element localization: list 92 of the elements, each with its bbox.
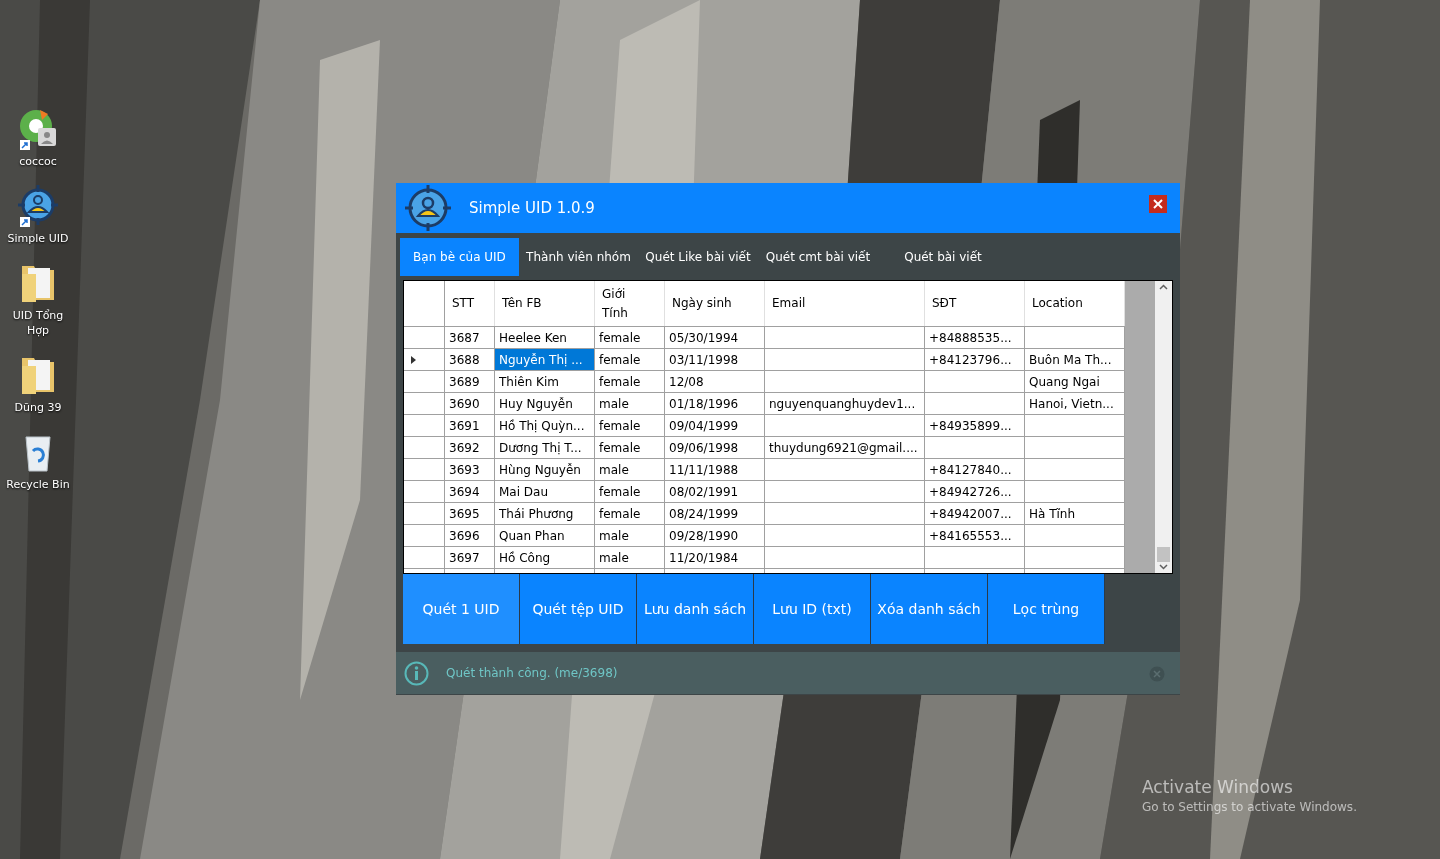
table-cell: 11/11/1988 <box>665 459 765 480</box>
table-cell: male <box>595 393 665 414</box>
tab[interactable]: Thành viên nhóm <box>519 237 638 276</box>
table-cell: +84888535... <box>925 327 1025 348</box>
table-cell: Nguyễn Thị ... <box>495 349 595 370</box>
table-cell: female <box>595 503 665 524</box>
action-button[interactable]: Quét tệp UID <box>520 574 637 644</box>
table-cell: female <box>595 481 665 502</box>
table-cell: Hồ Thị Quỳn... <box>495 415 595 436</box>
table-cell: Hùng Nguyễn <box>495 459 595 480</box>
target-person-icon <box>402 184 454 232</box>
dismiss-icon[interactable] <box>1149 666 1165 682</box>
table-cell: 01/18/1996 <box>665 393 765 414</box>
table-cell: 3696 <box>445 525 495 546</box>
table-cell: thuydung6921@gmail.... <box>765 437 925 458</box>
scroll-thumb[interactable] <box>1157 547 1170 562</box>
table-cell: 3689 <box>445 371 495 392</box>
action-button[interactable]: Xóa danh sách <box>871 574 988 644</box>
activation-title: Activate Windows <box>1142 776 1294 798</box>
table-cell: Hà Tĩnh <box>1025 503 1125 524</box>
table-cell: 09/28/1990 <box>665 525 765 546</box>
table-cell: Hanoi, Vietn... <box>1025 393 1125 414</box>
table-cell: Buôn Ma Th... <box>1025 349 1125 370</box>
table-cell: female <box>595 371 665 392</box>
table-cell: 3694 <box>445 481 495 502</box>
close-icon <box>1153 199 1163 209</box>
table-cell: Huy Nguyễn <box>495 393 595 414</box>
tab[interactable]: Bạn bè của UID <box>400 237 519 276</box>
window-title: Simple UID 1.0.9 <box>469 197 595 219</box>
activation-subtitle: Go to Settings to activate Windows. <box>1142 799 1357 816</box>
table-cell: Mai Dau <box>495 481 595 502</box>
table-cell: 3695 <box>445 503 495 524</box>
desktop-icon-label[interactable]: Simple UID <box>2 231 74 246</box>
close-button[interactable] <box>1149 195 1167 213</box>
desktop-icon-label[interactable]: coccoc <box>2 154 74 169</box>
scroll-up-icon <box>1159 284 1168 290</box>
table-cell: 3697 <box>445 547 495 568</box>
table-cell: 05/30/1994 <box>665 327 765 348</box>
table-cell: Dương Thị T... <box>495 437 595 458</box>
table-cell: female <box>595 437 665 458</box>
column-header[interactable]: SĐT <box>925 281 1025 326</box>
table-cell: female <box>595 349 665 370</box>
current-row-icon <box>411 355 416 364</box>
table-cell: Thái Phương <box>495 503 595 524</box>
table-cell: +84942007... <box>925 503 1025 524</box>
table-cell: Hồ Công <box>495 547 595 568</box>
table-cell: 11/20/1984 <box>665 547 765 568</box>
column-header[interactable]: Tên FB <box>495 281 595 326</box>
table-cell: +84165553... <box>925 525 1025 546</box>
table-cell: female <box>595 327 665 348</box>
table-cell: Heelee Ken <box>495 327 595 348</box>
table-cell: 3693 <box>445 459 495 480</box>
table-cell: male <box>595 525 665 546</box>
table-cell: 08/02/1991 <box>665 481 765 502</box>
column-header[interactable]: Location <box>1025 281 1125 326</box>
tab[interactable]: Quét bài viết <box>878 237 1008 276</box>
table-cell: +84127840... <box>925 459 1025 480</box>
action-button[interactable]: Lọc trùng <box>988 574 1105 644</box>
table-cell: 3691 <box>445 415 495 436</box>
table-cell: Quan Phan <box>495 525 595 546</box>
table-cell: 12/08 <box>665 371 765 392</box>
vertical-scrollbar[interactable] <box>1155 281 1172 573</box>
column-header[interactable]: STT <box>445 281 495 326</box>
action-button[interactable]: Lưu ID (txt) <box>754 574 871 644</box>
table-cell: +84123796... <box>925 349 1025 370</box>
tab[interactable]: Quét Like bài viết <box>638 237 758 276</box>
table-cell: 3687 <box>445 327 495 348</box>
table-cell: +84942726... <box>925 481 1025 502</box>
table-cell: male <box>595 459 665 480</box>
info-icon <box>404 660 429 686</box>
table-cell: Thiên Kim <box>495 371 595 392</box>
table-cell: 3692 <box>445 437 495 458</box>
status-message: Quét thành công. (me/3698) <box>446 665 618 682</box>
table-cell: 08/24/1999 <box>665 503 765 524</box>
desktop-icon-label[interactable]: Recycle Bin <box>2 477 74 492</box>
column-header[interactable]: Giới Tính <box>595 281 665 326</box>
table-cell: 03/11/1998 <box>665 349 765 370</box>
table-cell: 09/04/1999 <box>665 415 765 436</box>
action-button[interactable]: Lưu danh sách <box>637 574 754 644</box>
table-cell: 09/06/1998 <box>665 437 765 458</box>
desktop-icon-label[interactable]: Dũng 39 <box>2 400 74 415</box>
table-cell: Quang Ngai <box>1025 371 1125 392</box>
column-header[interactable]: Email <box>765 281 925 326</box>
table-cell: 3690 <box>445 393 495 414</box>
tab[interactable]: Quét cmt bài viết <box>758 237 878 276</box>
column-header[interactable]: Ngày sinh <box>665 281 765 326</box>
scroll-down-icon <box>1159 564 1168 570</box>
table-cell: female <box>595 415 665 436</box>
table-cell: nguyenquanghuydev1... <box>765 393 925 414</box>
table-cell: +84935899... <box>925 415 1025 436</box>
table-cell: male <box>595 547 665 568</box>
desktop-icon-label[interactable]: UID Tổng Hợp <box>2 308 74 338</box>
